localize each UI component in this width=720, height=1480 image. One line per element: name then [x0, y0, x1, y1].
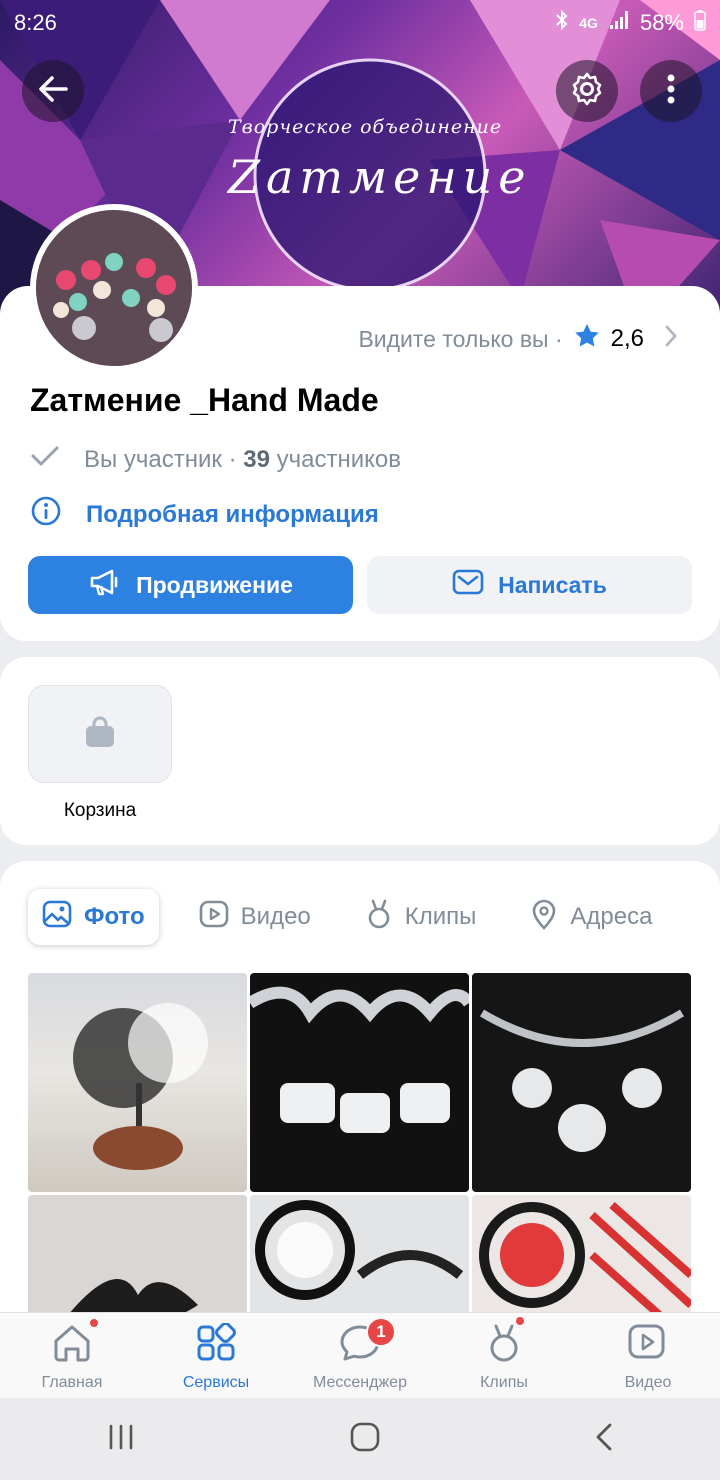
- megaphone-icon: [88, 567, 122, 603]
- promote-label: Продвижение: [136, 571, 293, 598]
- clips-notification-dot: [514, 1315, 526, 1327]
- settings-button[interactable]: [556, 60, 618, 122]
- rating-value: 2,6: [610, 325, 644, 352]
- nav-home-label: Главная: [41, 1374, 103, 1391]
- avatar-image: [36, 210, 192, 366]
- shopping-bag-icon: [83, 715, 117, 754]
- membership-row[interactable]: Вы участник · 39 участников: [30, 444, 401, 475]
- nav-services[interactable]: Сервисы: [144, 1313, 288, 1398]
- chevron-right-icon: [664, 324, 678, 354]
- details-link[interactable]: Подробная информация: [30, 495, 379, 534]
- members-count: 39: [243, 445, 270, 473]
- details-link-label: Подробная информация: [86, 500, 379, 528]
- cart-label: Корзина: [63, 800, 137, 821]
- cart-tile[interactable]: [28, 685, 172, 783]
- gear-icon: [569, 71, 605, 112]
- tab-photo[interactable]: Фото: [28, 889, 159, 945]
- network-type: 4G: [579, 15, 598, 31]
- mail-icon: [452, 569, 484, 601]
- image-icon: [42, 899, 72, 936]
- nav-clips[interactable]: Клипы: [432, 1313, 576, 1398]
- check-icon: [30, 444, 60, 475]
- tab-clips-label: Клипы: [404, 903, 477, 930]
- write-message-button[interactable]: Написать: [367, 556, 692, 614]
- recent-apps-button[interactable]: [106, 1423, 136, 1456]
- tab-photo-label: Фото: [84, 903, 145, 930]
- star-icon: [573, 322, 601, 356]
- arrow-left-icon: [36, 72, 70, 111]
- promote-button[interactable]: Продвижение: [28, 556, 353, 614]
- cover-title: Zатмение: [228, 150, 532, 204]
- cover-subtitle: Творческое объединение: [228, 116, 503, 138]
- photo-thumbnail[interactable]: [250, 973, 469, 1192]
- nav-services-label: Сервисы: [182, 1374, 250, 1391]
- signal-icon: [608, 9, 630, 37]
- services-card: Корзина: [0, 657, 720, 845]
- services-icon: [195, 1322, 237, 1368]
- battery-level: 58%: [639, 10, 684, 35]
- home-notification-dot: [88, 1317, 100, 1329]
- screen: 8:26 4G 58% Творческое объединение Zатме…: [0, 0, 720, 1480]
- nav-clips-label: Клипы: [480, 1374, 528, 1391]
- clips-icon: [484, 1323, 524, 1368]
- group-name: Zатмение _Hand Made: [30, 382, 379, 418]
- visibility-text: Видите только вы ·: [358, 325, 563, 352]
- more-button[interactable]: [640, 60, 702, 122]
- visibility-rating-row[interactable]: Видите только вы · 2,6: [358, 322, 678, 356]
- nav-messenger[interactable]: 1 Мессенджер: [288, 1313, 432, 1398]
- system-back-button[interactable]: [594, 1422, 614, 1457]
- write-label: Написать: [498, 571, 607, 598]
- photo-thumbnail[interactable]: [472, 973, 691, 1192]
- tab-addresses[interactable]: Адреса: [516, 889, 666, 945]
- tab-video[interactable]: Видео: [185, 889, 325, 945]
- nav-home[interactable]: Главная: [0, 1313, 144, 1398]
- battery-icon: [694, 9, 706, 37]
- clips-icon: [365, 898, 393, 937]
- tab-addresses-label: Адреса: [570, 903, 653, 930]
- nav-messenger-label: Мессенджер: [313, 1374, 407, 1391]
- photo-thumbnail[interactable]: [28, 973, 247, 1192]
- tab-video-label: Видео: [240, 903, 311, 930]
- location-icon: [530, 898, 558, 937]
- more-vertical-icon: [666, 72, 676, 111]
- messenger-unread-badge: 1: [366, 1317, 396, 1347]
- nav-video-label: Видео: [624, 1374, 672, 1391]
- group-avatar[interactable]: [30, 204, 198, 372]
- info-icon: [30, 495, 62, 534]
- media-card: Фото Видео Клипы Адреса: [0, 861, 720, 1414]
- tab-clips[interactable]: Клипы: [351, 889, 491, 945]
- media-tabs: Фото Видео Клипы Адреса: [28, 889, 666, 945]
- status-bar: 8:26 4G 58%: [14, 8, 706, 38]
- nav-video[interactable]: Видео: [576, 1313, 720, 1398]
- home-button[interactable]: [349, 1421, 381, 1458]
- members-word: участников: [276, 445, 402, 473]
- system-navigation-bar: [0, 1398, 720, 1480]
- membership-status: Вы участник ·: [84, 445, 237, 473]
- home-icon: [51, 1323, 93, 1368]
- status-time: 8:26: [14, 10, 57, 35]
- bottom-navigation: Главная Сервисы 1 Мессенджер Клипы Видео: [0, 1312, 720, 1398]
- back-button[interactable]: [22, 60, 84, 122]
- video-icon: [627, 1323, 669, 1368]
- bluetooth-icon: [555, 9, 569, 37]
- video-icon: [199, 899, 229, 936]
